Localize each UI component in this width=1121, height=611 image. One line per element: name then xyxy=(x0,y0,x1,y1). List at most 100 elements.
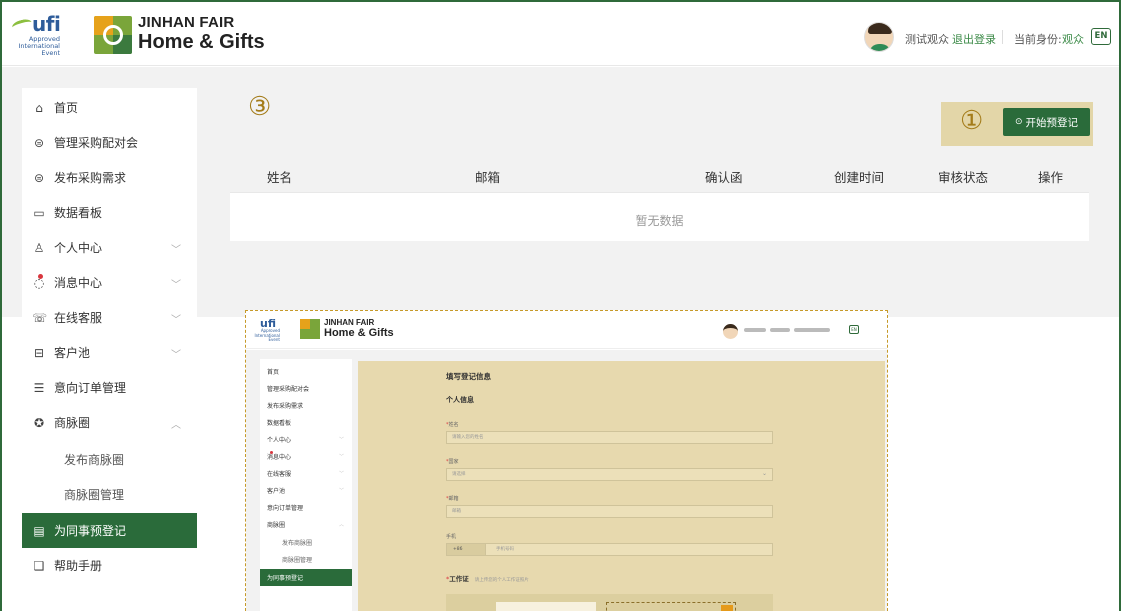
inset-nav-item: 个人中心 ﹀ xyxy=(267,437,344,444)
sidebar-item-label: 帮助手册 xyxy=(54,559,103,573)
header-divider xyxy=(1002,30,1003,44)
inset-avatar xyxy=(723,324,738,339)
inset-section-title: 个人信息 xyxy=(446,396,474,404)
ufi-logo-subtext: Approved International Event xyxy=(18,35,61,57)
inset-title-line1: JINHAN FAIR xyxy=(324,318,375,327)
logout-link[interactable]: 退出登录 xyxy=(952,31,996,47)
sidebar-item-help[interactable]: ❑ 帮助手册 xyxy=(22,548,197,583)
inset-header-text xyxy=(744,328,844,333)
language-switch-icon[interactable]: EN xyxy=(1091,28,1111,45)
table-header: 姓名 邮箱 确认函 创建时间 审核状态 操作 xyxy=(230,154,1089,193)
inset-nav-label: 为同事预登记 xyxy=(267,575,304,582)
sidebar-item-label: 商脉圈 xyxy=(54,416,91,430)
ufi-swoosh-icon xyxy=(11,17,33,33)
inset-header: ufi Approved International Event JINHAN … xyxy=(246,311,887,349)
sidebar-item-network[interactable]: ✪ 商脉圈 ︿ xyxy=(22,405,197,440)
dashboard-icon: ▭ xyxy=(33,205,45,220)
inset-nav-item: 首页 xyxy=(260,363,352,380)
start-registration-label: 开始预登记 xyxy=(1025,116,1079,129)
column-actions: 操作 xyxy=(1038,170,1064,185)
chevron-down-icon: ﹀ xyxy=(171,350,181,361)
inset-label-email: *邮箱 xyxy=(446,496,459,502)
inset-fair-logo-icon xyxy=(300,319,320,339)
annotation-three: ③ xyxy=(248,92,272,122)
sidebar-item-label: 个人中心 xyxy=(54,241,103,255)
ufi-logo-text: ufi xyxy=(32,12,61,36)
column-name: 姓名 xyxy=(267,170,293,185)
inset-nav-label: 数据看板 xyxy=(267,420,292,427)
sidebar-item-messages[interactable]: ◌ 消息中心 ﹀ xyxy=(22,265,197,300)
inset-phone-prefix: +86 xyxy=(446,543,486,556)
inset-nav-item: 在线客服 ﹀ xyxy=(267,471,344,478)
sidebar-item-profile[interactable]: ♙ 个人中心 ﹀ xyxy=(22,230,197,265)
inset-screenshot: ufi Approved International Event JINHAN … xyxy=(245,310,888,611)
sidebar-item-label: 意向订单管理 xyxy=(54,381,127,395)
register-icon: ▤ xyxy=(33,523,45,538)
inbox-icon: ⊟ xyxy=(33,345,45,360)
database-icon: ⊜ xyxy=(33,170,45,185)
order-icon: ☰ xyxy=(33,380,45,395)
inset-nav-label: 首页 xyxy=(267,369,280,376)
inset-phone-field: 手机号码 xyxy=(446,543,773,556)
sidebar-subitem-publish-network[interactable]: 发布商脉圈 xyxy=(22,442,197,477)
sidebar-item-label: 发布采购需求 xyxy=(54,171,127,185)
annotation-one: ① xyxy=(960,106,984,136)
inset-form-title: 填写登记信息 xyxy=(446,372,491,381)
inset-sidebar: 首页 管理采购配对会 发布采购需求 数据看板 个人中心 ﹀ 消息中心 ﹀ 在线客服 ﹀… xyxy=(260,359,352,611)
user-icon: ♙ xyxy=(33,240,45,255)
inset-name-field: 请输入您的姓名 xyxy=(446,431,773,444)
sidebar-item-label: 首页 xyxy=(54,101,79,115)
book-icon: ❑ xyxy=(33,558,45,573)
registration-table: 姓名 邮箱 确认函 创建时间 审核状态 操作 暂无数据 xyxy=(230,154,1089,241)
inset-nav-item: 商脉圈管理 xyxy=(260,551,352,568)
headset-icon: ☏ xyxy=(32,310,48,325)
sidebar-item-label: 消息中心 xyxy=(54,276,103,290)
ufi-logo: ufi Approved International Event xyxy=(10,12,84,57)
inset-nav-item: 客户池 ﹀ xyxy=(267,488,344,495)
sidebar-item-label: 数据看板 xyxy=(54,206,103,220)
sidebar-item-support[interactable]: ☏ 在线客服 ﹀ xyxy=(22,300,197,335)
plus-circle-icon: ⊙ xyxy=(1014,117,1023,127)
user-name: 测试观众 xyxy=(905,33,949,46)
inset-label-phone: 手机 xyxy=(446,534,457,540)
inset-registration-form: 填写登记信息 个人信息 *姓名 请输入您的姓名 *国家 请选择 *邮箱 邮箱 手… xyxy=(358,361,885,611)
inset-nav-label: 商脉圈管理 xyxy=(282,557,313,564)
sidebar-item-label: 客户池 xyxy=(54,346,91,360)
inset-nav-item: 数据看板 xyxy=(260,414,352,431)
inset-work-permit-label: *工作证 请上传您的个人工作证照片 xyxy=(446,575,529,583)
column-review-status: 审核状态 xyxy=(938,170,989,185)
start-registration-button[interactable]: ⊙ 开始预登记 xyxy=(1003,108,1090,136)
column-email: 邮箱 xyxy=(475,170,501,185)
inset-nav-label: 在线客服 xyxy=(267,471,292,478)
column-created-time: 创建时间 xyxy=(834,170,885,185)
inset-nav-item: 意向订单管理 xyxy=(260,499,352,516)
inset-nav-label: 商脉圈 xyxy=(267,522,286,529)
sidebar-item-customer-pool[interactable]: ⊟ 客户池 ﹀ xyxy=(22,335,197,370)
inset-language-icon: EN xyxy=(849,325,859,334)
sidebar-item-label: 发布商脉圈 xyxy=(64,453,125,467)
inset-ufi-subtext: Approved International Event xyxy=(254,328,280,342)
fair-logo-icon xyxy=(94,16,132,54)
inset-nav-label: 意向订单管理 xyxy=(267,505,304,512)
role-value[interactable]: 观众 xyxy=(1062,31,1084,47)
sidebar-item-home[interactable]: ⌂ 首页 xyxy=(22,90,197,125)
inset-nav-label: 个人中心 xyxy=(267,437,292,444)
inset-title-line2: Home & Gifts xyxy=(324,327,394,339)
home-icon: ⌂ xyxy=(35,100,43,115)
inset-nav-label: 发布商脉圈 xyxy=(282,540,313,547)
sidebar-subitem-manage-network[interactable]: 商脉圈管理 xyxy=(22,477,197,512)
avatar[interactable] xyxy=(864,22,894,52)
fair-title: JINHAN FAIR Home & Gifts xyxy=(138,14,265,53)
inset-nav-label: 客户池 xyxy=(267,488,286,495)
inset-nav-item: 管理采购配对会 xyxy=(260,380,352,397)
sidebar-item-dashboard[interactable]: ▭ 数据看板 xyxy=(22,195,197,230)
inset-nav-item: 商脉圈 ︿ xyxy=(267,522,344,529)
sidebar-item-register-colleague[interactable]: ▤ 为同事预登记 xyxy=(22,513,197,548)
chevron-down-icon: ﹀ xyxy=(171,245,181,256)
sidebar-item-manage-matching[interactable]: ⊜ 管理采购配对会 xyxy=(22,125,197,160)
inset-upload-area xyxy=(446,594,773,611)
sidebar-item-orders[interactable]: ☰ 意向订单管理 xyxy=(22,370,197,405)
unread-dot xyxy=(38,274,43,279)
fair-title-line1: JINHAN FAIR xyxy=(138,14,235,31)
sidebar-item-publish-demand[interactable]: ⊜ 发布采购需求 xyxy=(22,160,197,195)
